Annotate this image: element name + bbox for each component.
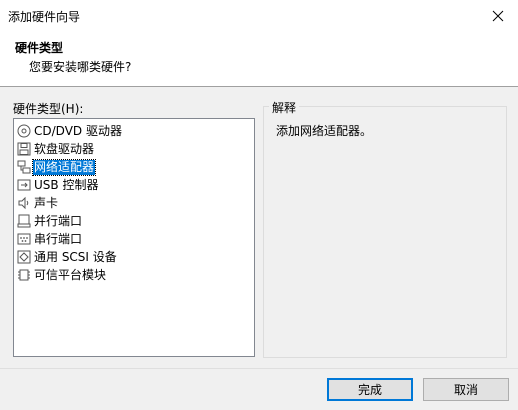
list-item-label: USB 控制器 xyxy=(34,177,99,192)
list-item-label: 串行端口 xyxy=(34,231,83,246)
list-item-usb[interactable]: USB 控制器 xyxy=(17,176,99,194)
finish-button[interactable]: 完成 xyxy=(327,378,413,401)
list-item-floppy[interactable]: 软盘驱动器 xyxy=(17,140,95,158)
list-item-label: CD/DVD 驱动器 xyxy=(34,123,122,138)
close-icon xyxy=(492,10,504,21)
cd-dvd-icon xyxy=(17,124,31,138)
close-button[interactable] xyxy=(478,0,518,31)
list-item-cd-dvd[interactable]: CD/DVD 驱动器 xyxy=(17,122,123,140)
list-item-scsi[interactable]: 通用 SCSI 设备 xyxy=(17,248,118,266)
list-item-network-adapter[interactable]: 网络适配器 xyxy=(17,158,97,176)
list-item-label: 软盘驱动器 xyxy=(34,141,95,156)
network-adapter-icon xyxy=(17,160,31,174)
list-item-sound-card[interactable]: 声卡 xyxy=(17,194,59,212)
explanation-group: 解释 添加网络适配器。 xyxy=(263,99,507,358)
title-bar: 添加硬件向导 xyxy=(0,0,518,31)
hardware-list-label: 硬件类型(H): xyxy=(13,102,84,116)
parallel-port-icon xyxy=(17,214,31,228)
list-item-label: 通用 SCSI 设备 xyxy=(34,249,117,264)
usb-icon xyxy=(17,179,31,191)
scsi-icon xyxy=(17,250,31,264)
list-item-label: 网络适配器 xyxy=(31,158,97,176)
footer-divider xyxy=(0,368,518,369)
list-item-tpm[interactable]: 可信平台模块 xyxy=(17,266,107,284)
speaker-icon xyxy=(18,196,29,210)
explanation-legend: 解释 xyxy=(269,99,300,116)
explanation-text: 添加网络适配器。 xyxy=(276,124,373,138)
window-title: 添加硬件向导 xyxy=(8,10,81,24)
list-item-label: 可信平台模块 xyxy=(34,267,107,282)
list-item-serial-port[interactable]: 串行端口 xyxy=(17,230,83,248)
tpm-icon xyxy=(18,269,30,281)
floppy-icon xyxy=(17,142,31,156)
list-item-label: 并行端口 xyxy=(34,213,83,228)
cancel-button[interactable]: 取消 xyxy=(423,378,509,401)
list-item-label: 声卡 xyxy=(34,195,59,210)
serial-port-icon xyxy=(17,233,31,245)
page-subtitle: 您要安装哪类硬件? xyxy=(29,60,132,74)
page-title: 硬件类型 xyxy=(15,41,64,55)
wizard-header: 硬件类型 您要安装哪类硬件? xyxy=(0,31,518,87)
list-item-parallel-port[interactable]: 并行端口 xyxy=(17,212,83,230)
hardware-type-list[interactable]: CD/DVD 驱动器 软盘驱动器 网络适配器 USB 控制器 声卡 并行端口 串… xyxy=(13,118,255,357)
